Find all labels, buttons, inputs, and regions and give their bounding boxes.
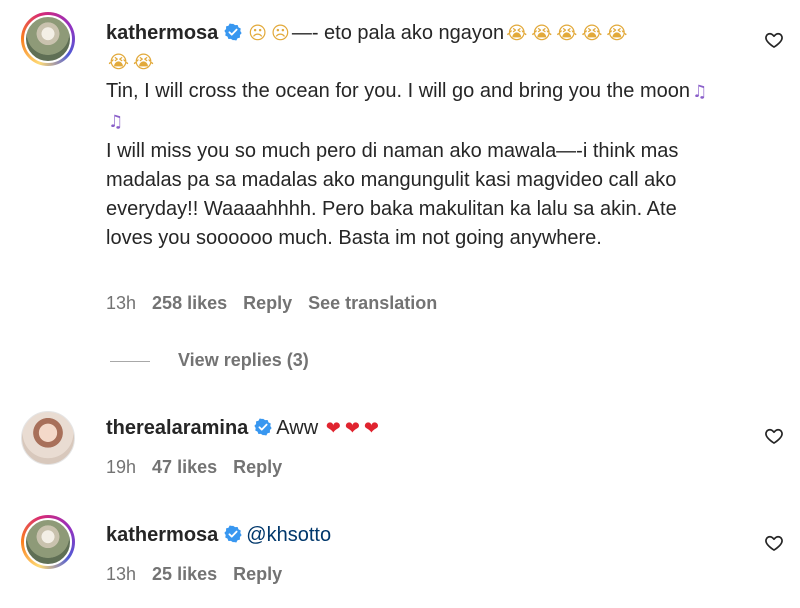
loudly-crying-face-icon: 😭	[556, 23, 578, 44]
loudly-crying-face-icon: 😭	[531, 23, 553, 44]
comment-1-paragraph-2: I will miss you so much pero di naman ak…	[106, 140, 679, 249]
see-translation-button[interactable]: See translation	[308, 293, 437, 313]
comment-1-line-2: 😭 😭	[106, 48, 746, 77]
likes-count[interactable]: 258 likes	[152, 293, 227, 313]
red-heart-icon: ❤	[344, 418, 360, 439]
avatar-kathermosa[interactable]	[21, 12, 75, 66]
username[interactable]: kathermosa	[106, 22, 218, 44]
comment-3-meta: 13h 25 likes Reply	[106, 564, 298, 585]
red-heart-icon: ❤	[325, 418, 341, 439]
comment-1-line-1: kathermosa ☹ ☹ —- eto pala ako ngayon 😭 😭 😭 😭 😭	[106, 19, 746, 48]
avatar-therealaramina[interactable]	[21, 411, 75, 465]
heart-outline-icon[interactable]	[764, 30, 784, 50]
comment-3-body: kathermosa @khsotto	[106, 521, 746, 550]
musical-notes-icon: ♫	[692, 82, 708, 102]
view-replies-button[interactable]: View replies (3)	[110, 350, 309, 371]
replies-divider	[110, 360, 150, 362]
reply-button[interactable]: Reply	[233, 457, 282, 477]
comment-2-body: therealaramina Aww ❤ ❤ ❤	[106, 414, 746, 443]
verified-badge-icon	[254, 418, 272, 436]
username[interactable]: therealaramina	[106, 417, 248, 439]
timestamp[interactable]: 13h	[106, 293, 136, 313]
heart-outline-icon[interactable]	[764, 533, 784, 553]
avatar-kathermosa[interactable]	[21, 515, 75, 569]
comment-1-body: kathermosa ☹ ☹ —- eto pala ako ngayon 😭 😭 😭 😭 😭 …	[106, 19, 746, 253]
musical-notes-icon: ♫	[108, 112, 124, 132]
reply-button[interactable]: Reply	[233, 564, 282, 584]
red-heart-icon: ❤	[363, 418, 380, 439]
verified-badge-icon	[224, 525, 242, 543]
worried-face-icon: ☹	[271, 23, 290, 44]
loudly-crying-face-icon: 😭	[581, 23, 603, 44]
timestamp[interactable]: 13h	[106, 564, 136, 584]
worried-face-icon: ☹	[248, 23, 268, 44]
comment-1-paragraph-1: Tin, I will cross the ocean for you. I w…	[106, 77, 726, 137]
comment-1-meta: 13h 258 likes Reply See translation	[106, 293, 453, 314]
loudly-crying-face-icon: 😭	[133, 52, 155, 73]
loudly-crying-face-icon: 😭	[506, 23, 528, 44]
comment-1-header-text: —- eto pala ako ngayon	[291, 22, 505, 44]
comment-2-meta: 19h 47 likes Reply	[106, 457, 298, 478]
comment-text: Tin, I will cross the ocean for you. I w…	[106, 80, 690, 102]
verified-badge-icon	[224, 23, 242, 41]
loudly-crying-face-icon: 😭	[108, 52, 130, 73]
heart-outline-icon[interactable]	[764, 426, 784, 446]
reply-button[interactable]: Reply	[243, 293, 292, 313]
view-replies-label: View replies (3)	[178, 350, 309, 370]
comment-text: Aww	[276, 417, 319, 439]
likes-count[interactable]: 25 likes	[152, 564, 217, 584]
mention-link[interactable]: @khsotto	[246, 524, 331, 546]
likes-count[interactable]: 47 likes	[152, 457, 217, 477]
timestamp[interactable]: 19h	[106, 457, 136, 477]
loudly-crying-face-icon: 😭	[606, 23, 628, 44]
username[interactable]: kathermosa	[106, 524, 218, 546]
